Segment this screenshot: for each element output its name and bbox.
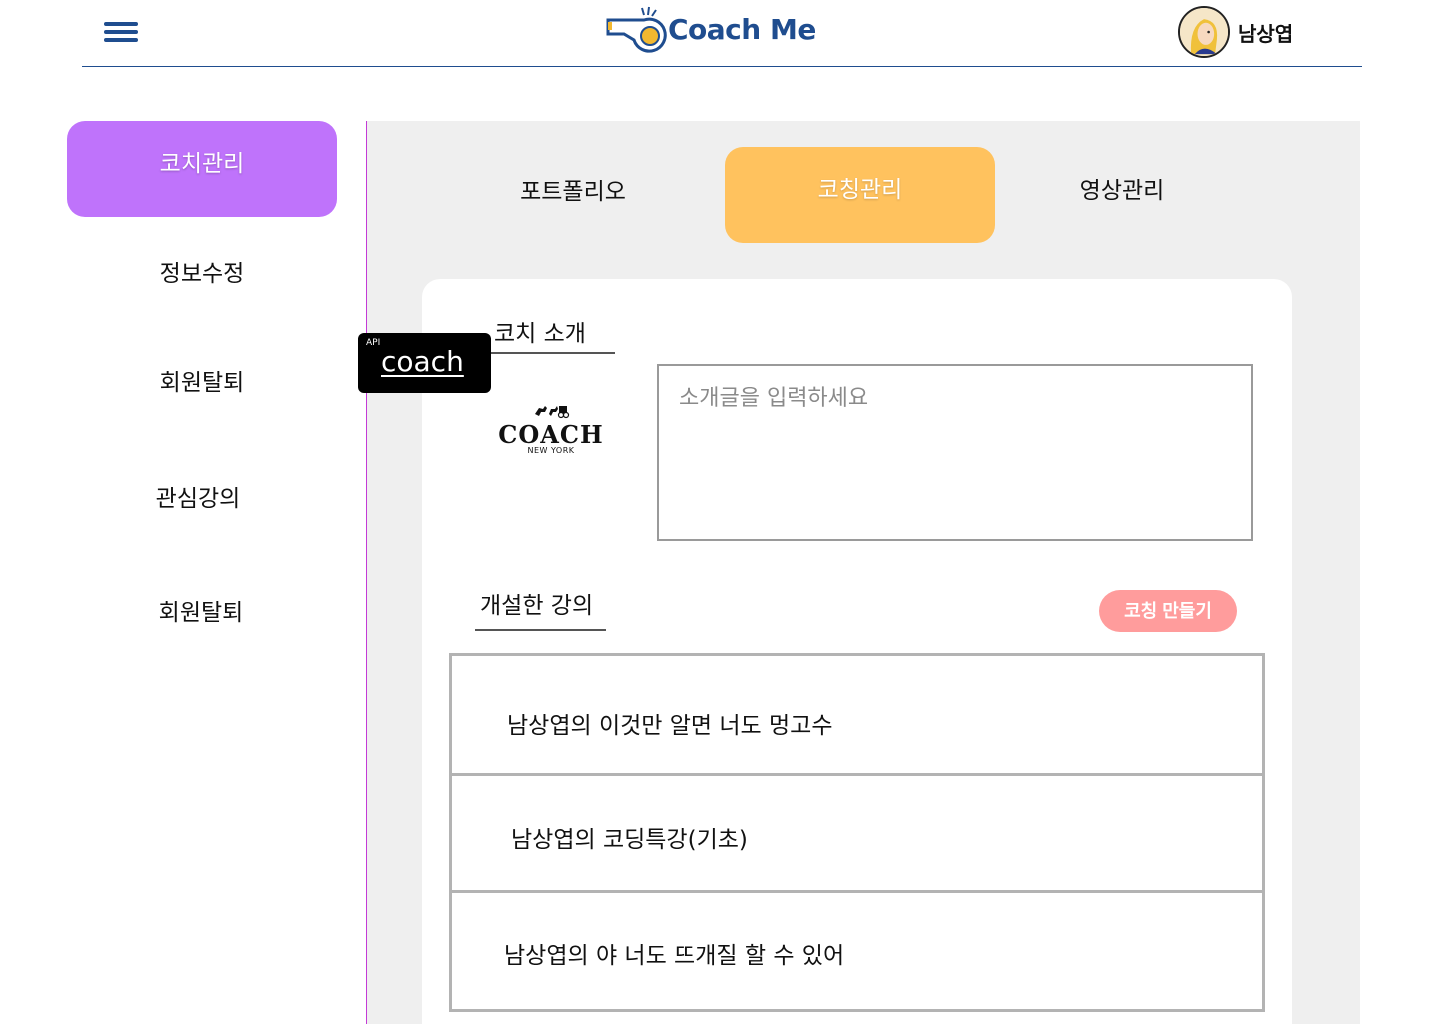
course-title: 남상엽의 이것만 알면 너도 멍고수: [507, 713, 833, 739]
user-profile[interactable]: 남상엽: [1178, 6, 1293, 58]
opened-courses-underline: [475, 629, 606, 631]
course-title: 남상엽의 코딩특강(기초): [511, 827, 748, 853]
coach-intro-textarea[interactable]: [657, 364, 1253, 541]
sidebar-item-coach-management[interactable]: 코치관리: [67, 121, 337, 217]
sidebar-item-label: 회원탈퇴: [159, 370, 245, 396]
sidebar-item-label: 코치관리: [159, 151, 245, 177]
sidebar-item-label: 회원탈퇴: [158, 600, 244, 626]
user-name: 남상엽: [1238, 21, 1294, 46]
course-title: 남상엽의 야 너도 뜨개질 할 수 있어: [504, 943, 845, 969]
tab-label: 코칭관리: [817, 177, 903, 203]
header-divider: [82, 66, 1362, 67]
create-coaching-button[interactable]: 코칭 만들기: [1099, 590, 1237, 632]
coach-brand-logo: COACH NEW YORK: [482, 400, 620, 456]
sidebar-item-label: 관심강의: [155, 486, 241, 512]
coach-brand-word: COACH: [498, 420, 604, 449]
horse-carriage-icon: [535, 406, 570, 419]
coach-intro-title: 코치 소개: [494, 321, 586, 347]
tab-video-management[interactable]: 영상관리: [1056, 171, 1188, 205]
user-avatar-icon: [1178, 6, 1230, 58]
opened-courses-title: 개설한 강의: [480, 593, 594, 619]
course-list: 남상엽의 이것만 알면 너도 멍고수 남상엽의 코딩특강(기초) 남상엽의 야 …: [449, 653, 1265, 1012]
tab-coaching-management[interactable]: 코칭관리: [725, 147, 995, 243]
app-title: Coach Me: [668, 12, 816, 46]
list-item[interactable]: 남상엽의 이것만 알면 너도 멍고수: [449, 653, 1265, 776]
sidebar-item-withdraw-2[interactable]: 회원탈퇴: [66, 593, 336, 627]
sidebar-item-label: 정보수정: [159, 261, 245, 287]
whistle-logo-icon: [606, 6, 667, 53]
api-badge-word: coach: [381, 345, 464, 378]
sidebar-item-edit-info[interactable]: 정보수정: [67, 254, 337, 288]
list-item[interactable]: 남상엽의 코딩특강(기초): [449, 773, 1265, 893]
tab-label: 영상관리: [1079, 178, 1165, 204]
coach-intro-underline: [484, 352, 615, 354]
tab-portfolio[interactable]: 포트폴리오: [490, 172, 656, 206]
hamburger-menu-icon[interactable]: [104, 22, 138, 42]
sidebar-item-withdraw[interactable]: 회원탈퇴: [67, 363, 337, 397]
app-logo[interactable]: Coach Me: [604, 4, 816, 54]
api-badge-tag: API: [366, 338, 381, 348]
list-item[interactable]: 남상엽의 야 너도 뜨개질 할 수 있어: [449, 890, 1265, 1012]
tab-label: 포트폴리오: [520, 179, 626, 205]
api-badge[interactable]: API coach: [358, 333, 491, 393]
sidebar-item-interested-lectures[interactable]: 관심강의: [63, 479, 333, 513]
